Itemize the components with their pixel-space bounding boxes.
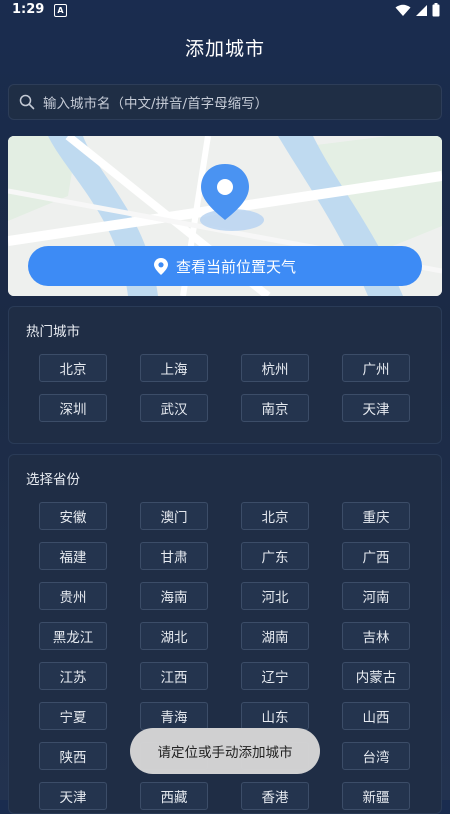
hot-city-chip[interactable]: 北京 — [39, 354, 107, 382]
toast-message: 请定位或手动添加城市 — [130, 728, 320, 774]
province-chip[interactable]: 河南 — [342, 582, 410, 610]
location-pin-icon — [153, 257, 168, 275]
province-chip[interactable]: 福建 — [39, 542, 107, 570]
province-chip[interactable]: 贵州 — [39, 582, 107, 610]
province-chip[interactable]: 新疆 — [342, 782, 410, 810]
hot-city-chip[interactable]: 深圳 — [39, 394, 107, 422]
page-title: 添加城市 — [184, 38, 265, 60]
status-time: 1:29 — [12, 2, 45, 17]
hot-city-chip[interactable]: 南京 — [241, 394, 309, 422]
hot-city-chip[interactable]: 上海 — [140, 354, 208, 382]
province-chip[interactable]: 广东 — [241, 542, 309, 570]
province-chip[interactable]: 河北 — [241, 582, 309, 610]
notification-a-icon: A — [54, 4, 67, 17]
province-chip[interactable]: 海南 — [140, 582, 208, 610]
province-chip[interactable]: 湖北 — [140, 622, 208, 650]
search-icon — [19, 94, 35, 110]
province-chip[interactable]: 内蒙古 — [342, 662, 410, 690]
province-chip[interactable]: 湖南 — [241, 622, 309, 650]
hot-city-chip[interactable]: 天津 — [342, 394, 410, 422]
province-chip[interactable]: 澳门 — [140, 502, 208, 530]
province-chip[interactable]: 山西 — [342, 702, 410, 730]
search-bar[interactable]: 输入城市名（中文/拼音/首字母缩写） — [8, 84, 442, 120]
hot-cities-panel: 热门城市 北京 上海 杭州 广州 深圳 武汉 南京 天津 — [8, 306, 442, 444]
province-chip[interactable]: 青海 — [140, 702, 208, 730]
battery-icon — [432, 3, 440, 17]
map-card: 查看当前位置天气 — [8, 136, 442, 296]
province-chip[interactable]: 台湾 — [342, 742, 410, 770]
status-icons — [395, 3, 440, 17]
province-chip[interactable]: 香港 — [241, 782, 309, 810]
province-chip[interactable]: 天津 — [39, 782, 107, 810]
province-chip[interactable]: 安徽 — [39, 502, 107, 530]
locate-current-button[interactable]: 查看当前位置天气 — [28, 246, 422, 286]
province-chip[interactable]: 黑龙江 — [39, 622, 107, 650]
wifi-icon — [395, 4, 411, 16]
province-chip[interactable]: 北京 — [241, 502, 309, 530]
province-chip[interactable]: 甘肃 — [140, 542, 208, 570]
search-input[interactable]: 输入城市名（中文/拼音/首字母缩写） — [43, 92, 268, 112]
province-chip[interactable]: 西藏 — [140, 782, 208, 810]
province-chip[interactable]: 山东 — [241, 702, 309, 730]
hot-city-chip[interactable]: 杭州 — [241, 354, 309, 382]
province-chip[interactable]: 江西 — [140, 662, 208, 690]
hot-city-chip[interactable]: 武汉 — [140, 394, 208, 422]
province-chip[interactable]: 陕西 — [39, 742, 107, 770]
province-chip[interactable]: 重庆 — [342, 502, 410, 530]
province-chip[interactable]: 宁夏 — [39, 702, 107, 730]
hot-city-chip[interactable]: 广州 — [342, 354, 410, 382]
province-chip[interactable]: 辽宁 — [241, 662, 309, 690]
locate-button-label: 查看当前位置天气 — [175, 257, 296, 276]
province-chip[interactable]: 江苏 — [39, 662, 107, 690]
province-chip[interactable]: 吉林 — [342, 622, 410, 650]
province-title: 选择省份 — [26, 472, 80, 488]
signal-icon — [416, 4, 427, 16]
status-bar: 1:29 A — [0, 0, 450, 22]
hot-cities-title: 热门城市 — [26, 324, 80, 340]
province-chip[interactable]: 广西 — [342, 542, 410, 570]
